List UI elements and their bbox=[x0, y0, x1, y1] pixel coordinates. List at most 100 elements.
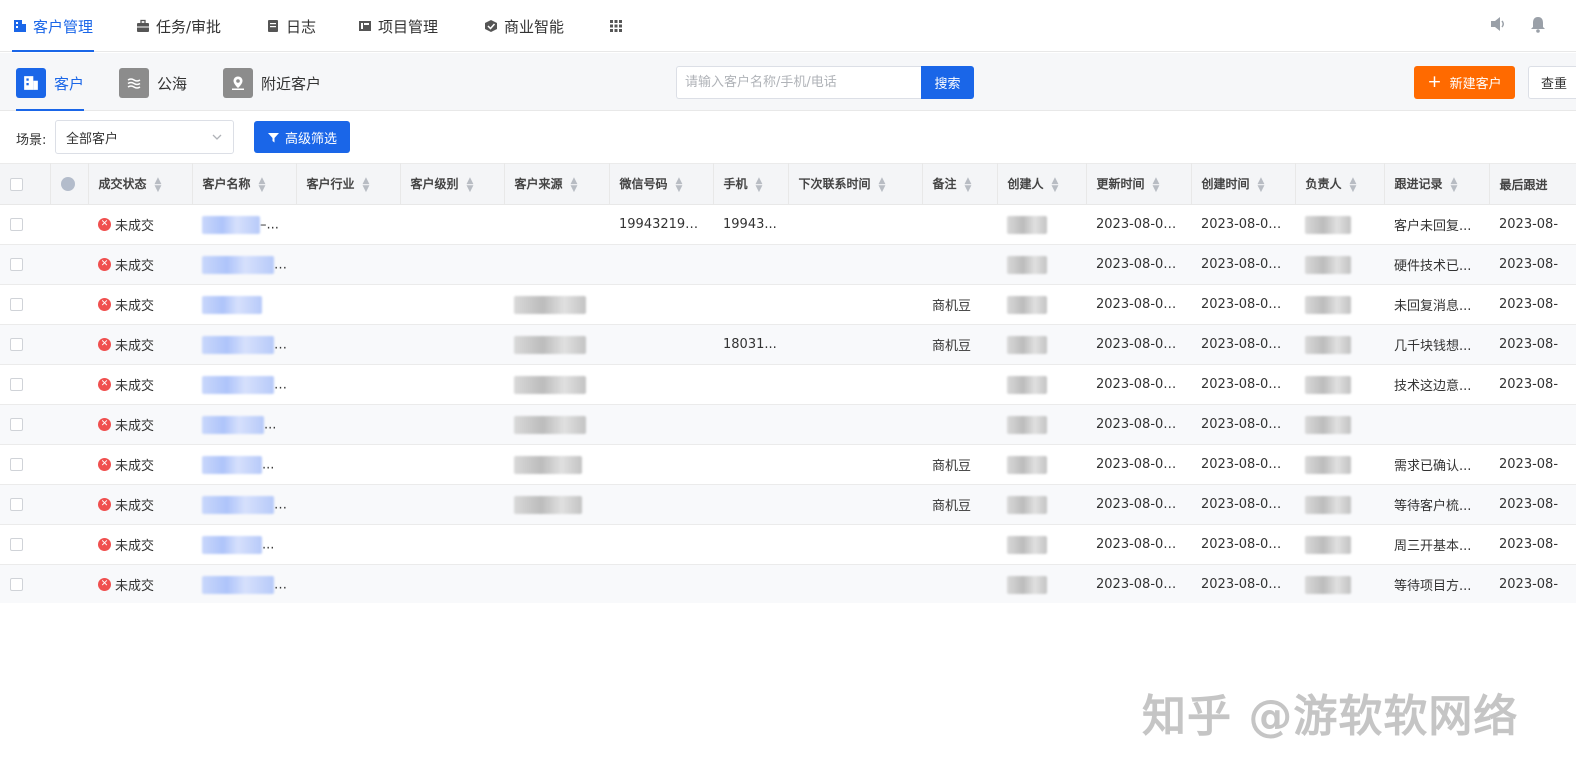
briefcase-icon bbox=[137, 19, 149, 32]
row-checkbox[interactable] bbox=[10, 538, 23, 551]
row-checkbox[interactable] bbox=[10, 458, 23, 471]
nav-tasks-approval[interactable]: 任务/审批 bbox=[136, 0, 221, 52]
table-row[interactable]: ✕未成交...18031...商机豆2023-08-08 ...2023-08-… bbox=[0, 324, 1576, 365]
customer-name-cell[interactable]: ... bbox=[192, 364, 296, 405]
status-cell: ✕ 未成交 bbox=[88, 564, 192, 603]
row-checkbox[interactable] bbox=[10, 258, 23, 271]
next-contact-cell bbox=[788, 564, 922, 603]
row-checkbox[interactable] bbox=[10, 498, 23, 511]
customer-name-cell[interactable]: ... bbox=[192, 324, 296, 365]
nav-business-intelligence[interactable]: 商业智能 bbox=[484, 0, 564, 52]
status-cell: ✕ 未成交 bbox=[88, 484, 192, 525]
redacted-creator bbox=[1007, 415, 1047, 434]
followup-cell: 需求已确认... bbox=[1384, 444, 1489, 485]
customer-name-cell[interactable]: ... bbox=[192, 244, 296, 285]
followup-cell: 几千块钱想... bbox=[1384, 324, 1489, 365]
nav-project-management[interactable]: 项目管理 bbox=[358, 0, 438, 52]
subtab-customers[interactable]: 客户 bbox=[16, 67, 85, 111]
creator-cell bbox=[997, 364, 1086, 405]
phone-cell bbox=[713, 284, 788, 325]
scene-select[interactable]: 全部客户 bbox=[55, 120, 234, 154]
redacted-name bbox=[202, 335, 274, 354]
column-header[interactable]: 跟进记录 ▲ ▼ bbox=[1384, 163, 1490, 205]
row-checkbox[interactable] bbox=[10, 578, 23, 591]
nav-more-apps[interactable] bbox=[609, 0, 623, 52]
table-row[interactable]: ✕ 未成交 商机豆 2023-08-08 ... 2023-08-07 ... 未回复消息… bbox=[0, 284, 1576, 325]
source-cell bbox=[504, 204, 609, 245]
customer-name-cell[interactable] bbox=[192, 284, 296, 325]
table-row[interactable]: ✕ 未成交... 商机豆 2023-08-07 ... 2023-08-07 ... 需求… bbox=[0, 444, 1576, 485]
sort-icon: ▲ ▼ bbox=[1450, 175, 1458, 194]
column-header[interactable]: 成交状态 ▲ ▼ bbox=[88, 163, 193, 205]
customer-name-cell[interactable]: ... bbox=[192, 564, 296, 603]
column-header[interactable]: 更新时间 ▲ ▼ bbox=[1086, 163, 1192, 205]
row-spacer-cell bbox=[50, 324, 88, 365]
bell-icon[interactable] bbox=[1528, 14, 1548, 34]
table-row[interactable]: ✕未成交... 2023-08-08 ...2023-08-07 ... 技术这边意… bbox=[0, 364, 1576, 405]
level-cell bbox=[400, 324, 504, 365]
last-followup-cell: 2023-08- bbox=[1489, 564, 1576, 603]
column-header[interactable]: 创建时间 ▲ ▼ bbox=[1191, 163, 1296, 205]
column-header[interactable]: 创建人 ▲ ▼ bbox=[997, 163, 1087, 205]
customer-name-cell[interactable]: ... bbox=[192, 484, 296, 525]
column-header[interactable]: 客户名称 ▲ ▼ bbox=[192, 163, 297, 205]
table-row[interactable]: ✕ 未成交... 2023-08-07 ... 2023-08-03 ... 周三开基本… bbox=[0, 524, 1576, 565]
source-cell bbox=[504, 244, 609, 285]
source-cell bbox=[504, 284, 609, 325]
customer-name-cell[interactable]: ... bbox=[192, 404, 296, 445]
table-row[interactable]: ✕未成交... 2023-08-07 ...2023-08-01 ... 等待项目方… bbox=[0, 564, 1576, 603]
column-header[interactable]: 微信号码 ▲ ▼ bbox=[609, 163, 714, 205]
table-row[interactable]: ✕未成交... 2023-08-08 ...2023-08-03 ... 硬件技术已… bbox=[0, 244, 1576, 285]
customer-name-cell[interactable]: ... bbox=[192, 444, 296, 485]
speaker-icon[interactable] bbox=[1488, 14, 1508, 34]
select-all-checkbox[interactable] bbox=[10, 178, 23, 191]
table-row[interactable]: ✕ 未成交 –... 19943219906 19943... 2023-08-08 ..… bbox=[0, 204, 1576, 245]
column-header[interactable]: 备注 ▲ ▼ bbox=[922, 163, 998, 205]
column-header[interactable]: 客户级别 ▲ ▼ bbox=[400, 163, 505, 205]
column-header[interactable]: 负责人 ▲ ▼ bbox=[1295, 163, 1385, 205]
nav-label: 任务/审批 bbox=[156, 17, 222, 36]
lost-status-icon: ✕ bbox=[98, 418, 111, 431]
column-header[interactable]: 最后跟进 bbox=[1489, 163, 1576, 205]
table-row[interactable]: ✕ 未成交... 2023-08-08 ... 2023-08-08 ... bbox=[0, 404, 1576, 445]
industry-cell bbox=[296, 244, 400, 285]
row-checkbox[interactable] bbox=[10, 378, 23, 391]
owner-cell bbox=[1295, 204, 1384, 245]
subtab-public-pool[interactable]: 公海 bbox=[119, 67, 187, 99]
note-cell bbox=[922, 404, 997, 445]
industry-cell bbox=[296, 564, 400, 603]
row-checkbox[interactable] bbox=[10, 218, 23, 231]
column-settings-icon[interactable] bbox=[60, 177, 75, 192]
row-checkbox[interactable] bbox=[10, 338, 23, 351]
redacted-name bbox=[202, 455, 262, 474]
status-cell: ✕ 未成交 bbox=[88, 404, 192, 445]
cube-icon bbox=[485, 20, 497, 32]
column-header[interactable]: 客户来源 ▲ ▼ bbox=[504, 163, 610, 205]
table-row[interactable]: ✕未成交... 商机豆 2023-08-07 ...2023-08-07 ... 等待… bbox=[0, 484, 1576, 525]
row-checkbox[interactable] bbox=[10, 298, 23, 311]
column-header[interactable]: 下次联系时间 ▲ ▼ bbox=[788, 163, 923, 205]
customer-name-cell[interactable]: ... bbox=[192, 524, 296, 565]
redacted-creator bbox=[1007, 455, 1047, 474]
source-cell bbox=[504, 524, 609, 565]
column-header[interactable]: 手机 ▲ ▼ bbox=[713, 163, 789, 205]
subtab-nearby-customers[interactable]: 附近客户 bbox=[223, 67, 321, 99]
level-cell bbox=[400, 444, 504, 485]
nav-customer-management[interactable]: 客户管理 bbox=[12, 0, 95, 52]
search-button[interactable]: 搜索 bbox=[921, 66, 974, 99]
next-contact-cell bbox=[788, 484, 922, 525]
check-duplicate-button[interactable]: 查重 bbox=[1528, 66, 1576, 99]
search-input[interactable] bbox=[676, 66, 922, 99]
customer-name-cell[interactable]: –... bbox=[192, 204, 296, 245]
last-followup-cell: 2023-08- bbox=[1489, 444, 1576, 485]
row-checkbox[interactable] bbox=[10, 418, 23, 431]
owner-cell bbox=[1295, 324, 1384, 365]
followup-cell: 周三开基本... bbox=[1384, 524, 1489, 565]
nav-log[interactable]: 日志 bbox=[266, 0, 316, 52]
redacted-owner bbox=[1305, 255, 1351, 274]
advanced-filter-button[interactable]: 高级筛选 bbox=[254, 121, 350, 153]
redacted-creator bbox=[1007, 215, 1047, 234]
column-header[interactable]: 客户行业 ▲ ▼ bbox=[296, 163, 401, 205]
next-contact-cell bbox=[788, 404, 922, 445]
new-customer-button[interactable]: + 新建客户 bbox=[1414, 66, 1515, 99]
